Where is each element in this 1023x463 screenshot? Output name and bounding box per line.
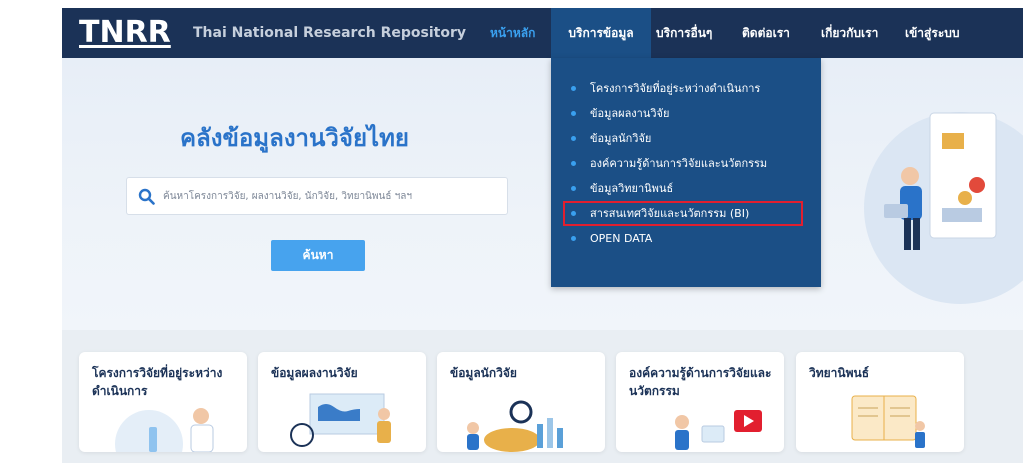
card-knowledge[interactable]: องค์ความรู้ด้านการวิจัยและนวัตกรรม — [616, 352, 784, 452]
menu-item-open-data[interactable]: OPEN DATA — [551, 226, 821, 251]
site-header: TNRR Thai National Research Repository ห… — [62, 8, 1023, 58]
nav-data-services[interactable]: บริการข้อมูล — [551, 8, 651, 58]
menu-item-theses[interactable]: ข้อมูลวิทยานิพนธ์ — [551, 176, 821, 201]
card-title: องค์ความรู้ด้านการวิจัยและนวัตกรรม — [629, 366, 772, 398]
bullet-icon — [571, 86, 576, 91]
card-title: ข้อมูลผลงานวิจัย — [271, 366, 358, 380]
search-box — [126, 177, 508, 215]
page: TNRR Thai National Research Repository ห… — [0, 0, 1023, 463]
bullet-icon — [571, 236, 576, 241]
search-button[interactable]: ค้นหา — [271, 240, 365, 271]
bullet-icon — [571, 161, 576, 166]
menu-item-label: สารสนเทศวิจัยและนวัตกรรม (BI) — [590, 207, 750, 220]
menu-item-label: ข้อมูลนักวิจัย — [590, 132, 652, 145]
menu-item-researchers[interactable]: ข้อมูลนักวิจัย — [551, 126, 821, 151]
menu-item-ongoing-projects[interactable]: โครงการวิจัยที่อยู่ระหว่างดำเนินการ — [551, 76, 821, 101]
menu-item-label: ข้อมูลผลงานวิจัย — [590, 107, 670, 120]
nav-contact[interactable]: ติดต่อเรา — [742, 8, 790, 58]
card-researchers[interactable]: ข้อมูลนักวิจัย — [437, 352, 605, 452]
nav-other-services[interactable]: บริการอื่นๆ — [656, 8, 712, 58]
card-theses[interactable]: วิทยานิพนธ์ — [796, 352, 964, 452]
menu-item-label: ข้อมูลวิทยานิพนธ์ — [590, 182, 674, 195]
menu-item-label: โครงการวิจัยที่อยู่ระหว่างดำเนินการ — [590, 82, 761, 95]
bullet-icon — [571, 186, 576, 191]
menu-item-knowledge[interactable]: องค์ความรู้ด้านการวิจัยและนวัตกรรม — [551, 151, 821, 176]
data-services-dropdown: โครงการวิจัยที่อยู่ระหว่างดำเนินการ ข้อม… — [551, 58, 821, 287]
menu-item-bi[interactable]: สารสนเทศวิจัยและนวัตกรรม (BI) — [563, 201, 803, 226]
card-ongoing-projects[interactable]: โครงการวิจัยที่อยู่ระหว่างดำเนินการ — [79, 352, 247, 452]
card-title: ข้อมูลนักวิจัย — [450, 366, 517, 380]
card-title: โครงการวิจัยที่อยู่ระหว่างดำเนินการ — [92, 366, 223, 398]
menu-item-research-outputs[interactable]: ข้อมูลผลงานวิจัย — [551, 101, 821, 126]
hero-title: คลังข้อมูลงานวิจัยไทย — [180, 124, 409, 152]
bullet-icon — [571, 211, 576, 216]
card-title: วิทยานิพนธ์ — [809, 366, 870, 380]
menu-item-label: องค์ความรู้ด้านการวิจัยและนวัตกรรม — [590, 157, 768, 170]
site-logo[interactable]: TNRR — [79, 15, 171, 50]
menu-item-label: OPEN DATA — [590, 232, 653, 245]
search-input[interactable] — [163, 178, 503, 214]
search-icon — [138, 188, 155, 205]
card-research-outputs[interactable]: ข้อมูลผลงานวิจัย — [258, 352, 426, 452]
hero-illustration — [864, 112, 1023, 304]
nav-login[interactable]: เข้าสู่ระบบ — [905, 8, 960, 58]
bullet-icon — [571, 136, 576, 141]
bullet-icon — [571, 111, 576, 116]
nav-about[interactable]: เกี่ยวกับเรา — [821, 8, 878, 58]
top-strip — [0, 0, 1023, 8]
nav-home[interactable]: หน้าหลัก — [490, 8, 535, 58]
site-subtitle: Thai National Research Repository — [193, 25, 466, 41]
hero-section: คลังข้อมูลงานวิจัยไทย ค้นหา — [62, 58, 1023, 330]
